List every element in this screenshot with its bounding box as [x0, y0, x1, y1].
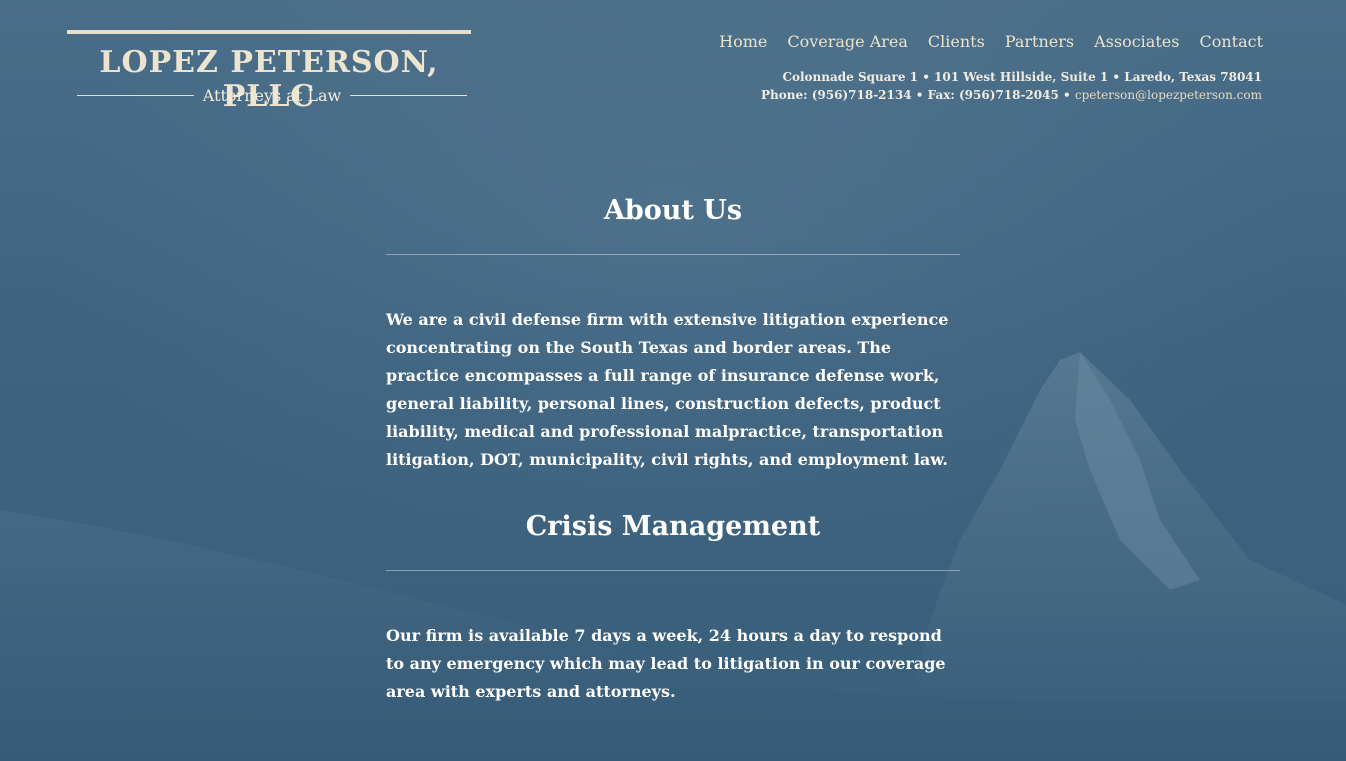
firm-tagline: Attorneys at Law	[202, 86, 342, 105]
nav-contact[interactable]: Contact	[1199, 31, 1263, 53]
tagline-left-rule	[77, 95, 194, 96]
nav-associates[interactable]: Associates	[1094, 31, 1179, 53]
about-us-heading: About Us	[603, 195, 743, 226]
address-line: Colonnade Square 1 • 101 West Hillside, …	[782, 70, 1262, 84]
email-link[interactable]: cpeterson@lopezpeterson.com	[1075, 88, 1262, 102]
nav-clients[interactable]: Clients	[928, 31, 985, 53]
logo-tagline-row: Attorneys at Law	[67, 86, 471, 108]
contact-info: Colonnade Square 1 • 101 West Hillside, …	[761, 68, 1262, 104]
about-us-text: We are a civil defense firm with extensi…	[386, 310, 949, 469]
logo[interactable]: LOPEZ PETERSON, PLLC Attorneys at Law	[67, 30, 471, 114]
phone-fax-line: Phone: (956)718-2134 • Fax: (956)718-204…	[761, 86, 1262, 104]
phone-fax-text: Phone: (956)718-2134 • Fax: (956)718-204…	[761, 88, 1071, 102]
main-nav: Home Coverage Area Clients Partners Asso…	[699, 31, 1263, 53]
crisis-management-text: Our firm is available 7 days a week, 24 …	[386, 626, 946, 701]
logo-top-bar	[67, 30, 471, 34]
nav-partners[interactable]: Partners	[1005, 31, 1074, 53]
nav-home[interactable]: Home	[719, 31, 767, 53]
about-us-divider	[386, 254, 960, 255]
nav-coverage-area[interactable]: Coverage Area	[787, 31, 908, 53]
crisis-management-heading: Crisis Management	[525, 511, 821, 542]
crisis-management-divider	[386, 570, 960, 571]
tagline-right-rule	[350, 95, 467, 96]
